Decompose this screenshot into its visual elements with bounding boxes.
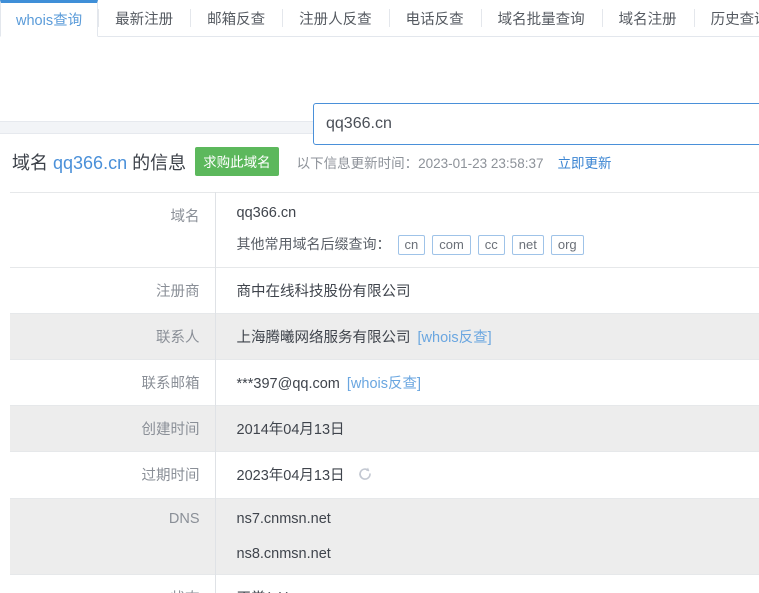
email-reverse-lookup-link[interactable]: [whois反查] bbox=[347, 376, 421, 392]
suffix-button-com[interactable]: com bbox=[432, 235, 471, 255]
row-value-registrar: 商中在线科技股份有限公司 bbox=[215, 268, 759, 314]
suffix-button-cn[interactable]: cn bbox=[398, 235, 426, 255]
suffix-button-org[interactable]: org bbox=[551, 235, 584, 255]
tab-label: 域名注册 bbox=[619, 8, 677, 29]
table-row: 联系人 上海腾曦网络服务有限公司 [whois反查] bbox=[10, 314, 759, 360]
tab-label: 历史查询 bbox=[711, 8, 759, 29]
row-label-status: 状态 bbox=[10, 575, 215, 593]
table-row: 联系邮箱 ***397@qq.com [whois反查] bbox=[10, 360, 759, 406]
page-title-prefix: 域名 bbox=[12, 153, 53, 173]
buy-domain-button[interactable]: 求购此域名 bbox=[195, 147, 279, 176]
whois-info-table: 域名 qq366.cn 其他常用域名后缀查询： cncomccnetorg 注册商… bbox=[10, 192, 759, 593]
expiry-date-value: 2023年04月13日 bbox=[237, 468, 345, 484]
tab-email-reverse-lookup[interactable]: 邮箱反查 bbox=[190, 0, 282, 36]
domain-name-value: qq366.cn bbox=[237, 205, 759, 221]
page-title-suffix: 的信息 bbox=[127, 153, 186, 173]
suffix-button-net[interactable]: net bbox=[512, 235, 544, 255]
tab-label: 最新注册 bbox=[115, 8, 173, 29]
row-label-registrar: 注册商 bbox=[10, 268, 215, 314]
search-band bbox=[0, 37, 759, 110]
row-value-domain: qq366.cn 其他常用域名后缀查询： cncomccnetorg bbox=[215, 193, 759, 268]
row-label-created: 创建时间 bbox=[10, 406, 215, 452]
dns-server-1: ns7.cnmsn.net bbox=[237, 511, 759, 527]
tab-label: 邮箱反查 bbox=[207, 8, 265, 29]
tab-registrant-reverse-lookup[interactable]: 注册人反查 bbox=[282, 0, 389, 36]
tab-bulk-domain-query[interactable]: 域名批量查询 bbox=[481, 0, 602, 36]
refresh-icon[interactable] bbox=[357, 466, 373, 486]
table-row: 状态 正常(ok) bbox=[10, 575, 759, 593]
row-label-expires: 过期时间 bbox=[10, 452, 215, 499]
tab-phone-reverse-lookup[interactable]: 电话反查 bbox=[389, 0, 481, 36]
table-row: 过期时间 2023年04月13日 bbox=[10, 452, 759, 499]
update-now-link[interactable]: 立即更新 bbox=[557, 152, 611, 172]
last-updated-text: 以下信息更新时间：2023-01-23 23:58:37 bbox=[297, 152, 544, 172]
tab-label: 域名批量查询 bbox=[498, 8, 585, 29]
tab-latest-registrations[interactable]: 最新注册 bbox=[98, 0, 190, 36]
tab-whois-query[interactable]: whois查询 bbox=[0, 0, 98, 37]
tab-label: 注册人反查 bbox=[299, 8, 372, 29]
dns-server-2: ns8.cnmsn.net bbox=[237, 546, 759, 562]
row-value-dns: ns7.cnmsn.net ns8.cnmsn.net bbox=[215, 499, 759, 575]
row-value-email: ***397@qq.com [whois反查] bbox=[215, 360, 759, 406]
suffix-query-row: 其他常用域名后缀查询： cncomccnetorg bbox=[237, 234, 759, 255]
row-label-email: 联系邮箱 bbox=[10, 360, 215, 406]
tab-label: 电话反查 bbox=[406, 8, 464, 29]
row-label-contact: 联系人 bbox=[10, 314, 215, 360]
row-label-dns: DNS bbox=[10, 499, 215, 575]
contact-email-value: ***397@qq.com bbox=[237, 376, 340, 392]
domain-search-input[interactable] bbox=[313, 103, 759, 145]
table-row: 域名 qq366.cn 其他常用域名后缀查询： cncomccnetorg bbox=[10, 193, 759, 268]
row-value-contact: 上海腾曦网络服务有限公司 [whois反查] bbox=[215, 314, 759, 360]
page-title: 域名 qq366.cn 的信息 bbox=[12, 149, 186, 175]
row-label-domain: 域名 bbox=[10, 193, 215, 268]
table-row: 注册商 商中在线科技股份有限公司 bbox=[10, 268, 759, 314]
contact-name-value: 上海腾曦网络服务有限公司 bbox=[237, 330, 411, 346]
row-value-expires: 2023年04月13日 bbox=[215, 452, 759, 499]
page-title-domain: qq366.cn bbox=[53, 153, 127, 173]
contact-reverse-lookup-link[interactable]: [whois反查] bbox=[418, 330, 492, 346]
row-value-status: 正常(ok) bbox=[215, 575, 759, 593]
table-row: 创建时间 2014年04月13日 bbox=[10, 406, 759, 452]
suffix-query-hint: 其他常用域名后缀查询： bbox=[237, 236, 391, 252]
row-value-created: 2014年04月13日 bbox=[215, 406, 759, 452]
table-row: DNS ns7.cnmsn.net ns8.cnmsn.net bbox=[10, 499, 759, 575]
tab-label: whois查询 bbox=[16, 9, 82, 30]
tab-domain-registration[interactable]: 域名注册 bbox=[602, 0, 694, 36]
main-tab-bar: whois查询 最新注册 邮箱反查 注册人反查 电话反查 域名批量查询 域名注册… bbox=[0, 0, 759, 37]
suffix-button-cc[interactable]: cc bbox=[478, 235, 505, 255]
tab-history-query[interactable]: 历史查询 bbox=[694, 0, 759, 36]
